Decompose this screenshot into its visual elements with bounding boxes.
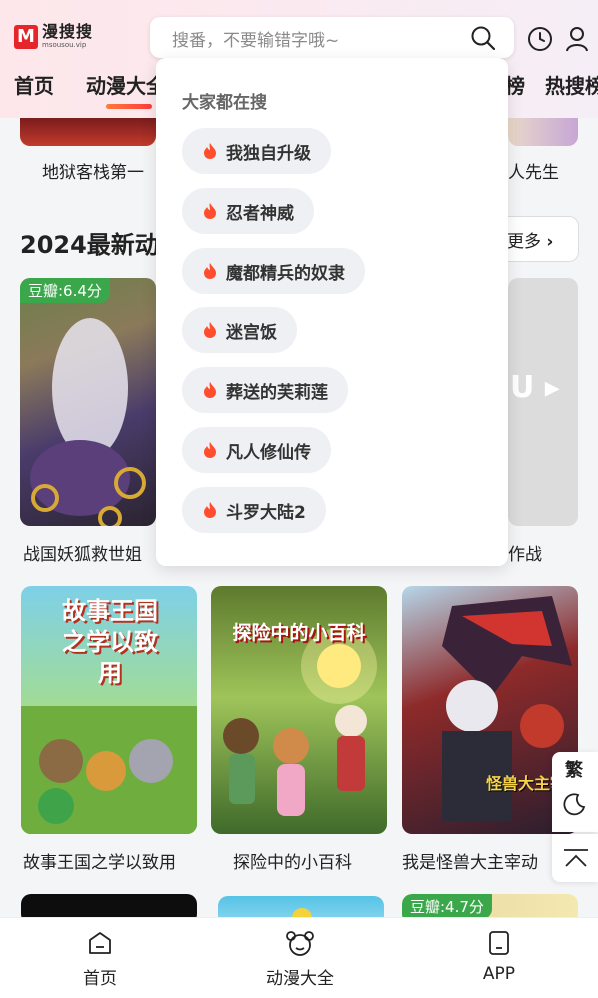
tab-anime-all-label: 动漫大全 bbox=[266, 969, 334, 989]
anime-title[interactable]: 故事王国之学以致用 bbox=[23, 848, 176, 873]
user-icon[interactable] bbox=[565, 26, 589, 52]
search-input[interactable]: 搜番，不要输错字哦~ bbox=[150, 17, 514, 58]
tab-app[interactable]: APP bbox=[439, 918, 559, 984]
search-placeholder: 搜番，不要输错字哦~ bbox=[172, 31, 340, 51]
anime-title[interactable]: 探险中的小百科 bbox=[233, 848, 352, 873]
top-card-right-title[interactable]: 人先生 bbox=[508, 158, 559, 183]
hot-search-label: 忍者神威 bbox=[226, 203, 294, 224]
flame-icon bbox=[204, 382, 216, 398]
back-to-top-button[interactable] bbox=[552, 834, 598, 882]
flame-icon bbox=[204, 322, 216, 338]
top-card-left-cover[interactable] bbox=[20, 118, 156, 146]
bottom-tab-bar: 首页 动漫大全 APP bbox=[0, 917, 598, 998]
hot-search-label: 葬送的芙莉莲 bbox=[226, 382, 328, 403]
anime-title[interactable]: 作战 bbox=[508, 540, 542, 565]
flame-icon bbox=[204, 203, 216, 219]
logo-mark: M bbox=[14, 24, 38, 49]
placeholder-logo-icon: U ▸ bbox=[510, 370, 560, 405]
tab-home-label: 首页 bbox=[83, 969, 117, 989]
cover-title-text: 故事王国之学以致用 bbox=[62, 597, 158, 688]
logo[interactable]: M 漫搜搜 msousou.vip bbox=[14, 24, 93, 49]
hot-search-label: 迷宫饭 bbox=[226, 322, 277, 343]
more-button[interactable]: 更多 › bbox=[496, 216, 579, 262]
anime-cover[interactable]: 探险中的小百科 bbox=[211, 586, 387, 834]
nav-item-home[interactable]: 首页 bbox=[14, 70, 54, 99]
phone-icon bbox=[489, 931, 509, 955]
more-label: 更多 bbox=[507, 232, 541, 252]
logo-name: 漫搜搜 bbox=[42, 22, 94, 41]
cover-art bbox=[30, 318, 146, 526]
nav-active-indicator bbox=[106, 104, 152, 109]
flame-icon bbox=[204, 442, 216, 458]
flame-icon bbox=[204, 143, 216, 159]
top-card-left-title[interactable]: 地狱客栈第一 bbox=[42, 158, 144, 183]
anime-title[interactable]: 我是怪兽大主宰动 bbox=[402, 848, 538, 873]
hot-search-item[interactable]: 魔都精兵的奴隶 bbox=[182, 248, 365, 294]
anime-cover[interactable]: 故事王国之学以致用 bbox=[21, 586, 197, 834]
rating-badge: 豆瓣:6.4分 bbox=[20, 278, 110, 303]
logo-domain: msousou.vip bbox=[42, 41, 87, 49]
hot-search-heading: 大家都在搜 bbox=[182, 93, 267, 113]
top-card-right-cover[interactable] bbox=[508, 118, 578, 146]
hot-search-label: 斗罗大陆2 bbox=[226, 502, 306, 523]
flame-icon bbox=[204, 263, 216, 279]
search-suggestion-panel: 大家都在搜 我独自升级 忍者神威 魔都精兵的奴隶 迷宫饭 葬送的芙莉莲 凡人修仙… bbox=[156, 58, 508, 566]
nav-item-hot-search[interactable]: 热搜榜 bbox=[545, 70, 598, 99]
tab-home[interactable]: 首页 bbox=[40, 918, 160, 989]
search-icon[interactable] bbox=[470, 25, 496, 51]
hot-search-item[interactable]: 忍者神威 bbox=[182, 188, 314, 234]
hot-search-item[interactable]: 我独自升级 bbox=[182, 128, 331, 174]
side-tools: 繁 bbox=[552, 752, 598, 832]
section-title: 2024最新动 bbox=[20, 231, 159, 259]
rating-badge: 豆瓣:4.7分 bbox=[402, 894, 492, 919]
anime-cover-placeholder[interactable]: U ▸ bbox=[508, 278, 578, 526]
hot-search-item[interactable]: 斗罗大陆2 bbox=[182, 487, 326, 533]
cover-title-text: 探险中的小百科 bbox=[232, 622, 366, 644]
anime-cover[interactable]: 豆瓣:6.4分 bbox=[20, 278, 156, 526]
hot-search-item[interactable]: 葬送的芙莉莲 bbox=[182, 367, 348, 413]
hot-search-label: 魔都精兵的奴隶 bbox=[226, 263, 345, 284]
nav-item-rank[interactable]: 榜 bbox=[505, 70, 525, 99]
chevron-right-icon: › bbox=[546, 232, 554, 252]
tab-anime-all[interactable]: 动漫大全 bbox=[240, 918, 360, 989]
hot-search-item[interactable]: 凡人修仙传 bbox=[182, 427, 331, 473]
history-clock-icon[interactable] bbox=[527, 26, 553, 52]
traditional-chinese-toggle[interactable]: 繁 bbox=[565, 756, 583, 782]
anime-title[interactable]: 战国妖狐救世姐 bbox=[23, 540, 142, 565]
bear-icon bbox=[286, 931, 314, 956]
hot-search-label: 我独自升级 bbox=[226, 143, 311, 164]
back-to-top-icon bbox=[564, 849, 588, 867]
nav-item-anime-all[interactable]: 动漫大全 bbox=[86, 70, 166, 99]
dark-mode-moon-icon[interactable] bbox=[563, 792, 587, 816]
hot-search-item[interactable]: 迷宫饭 bbox=[182, 307, 297, 353]
tab-app-label: APP bbox=[482, 964, 516, 984]
hot-search-label: 凡人修仙传 bbox=[226, 442, 311, 463]
flame-icon bbox=[204, 502, 216, 518]
home-icon bbox=[89, 932, 111, 954]
